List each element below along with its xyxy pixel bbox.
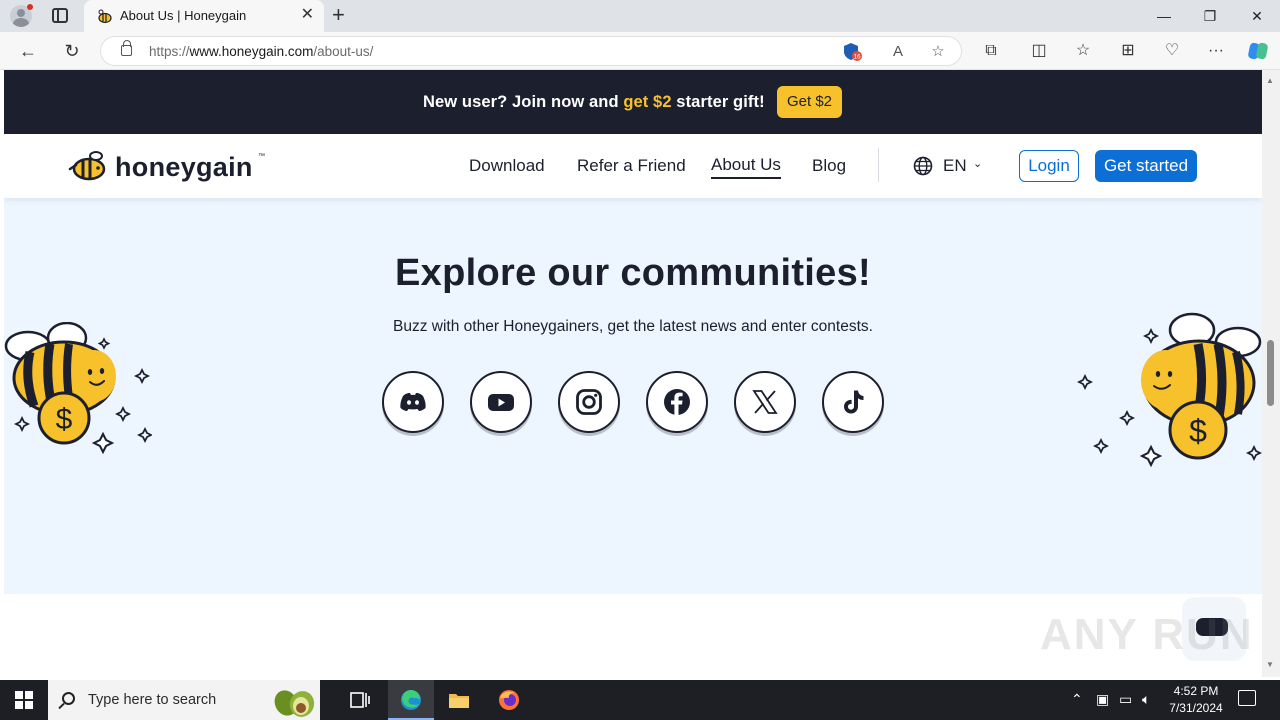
page-viewport: New user? Join now and get $2 starter gi… xyxy=(4,70,1262,677)
x-icon xyxy=(752,390,778,414)
promo-banner: New user? Join now and get $2 starter gi… xyxy=(4,70,1262,134)
chevron-down-icon[interactable]: ⌄ xyxy=(973,157,982,170)
windows-start-icon[interactable] xyxy=(15,691,33,709)
instagram-icon xyxy=(576,389,602,415)
clock-time[interactable]: 4:52 PM xyxy=(1166,684,1226,698)
svg-text:16: 16 xyxy=(853,54,861,61)
collections-icon[interactable]: ⊞ xyxy=(1118,41,1138,61)
tab-close-icon[interactable]: ✕ xyxy=(301,7,314,23)
instagram-link[interactable] xyxy=(558,371,620,433)
network-icon[interactable]: ▭ xyxy=(1119,691,1132,708)
file-explorer-icon[interactable] xyxy=(447,688,471,712)
avocado-search-highlight-icon xyxy=(274,690,315,717)
facebook-link[interactable] xyxy=(646,371,708,433)
copilot-icon[interactable] xyxy=(1247,40,1269,62)
favorite-star-icon[interactable]: ☆ xyxy=(928,42,948,62)
tiktok-icon xyxy=(844,390,864,414)
more-menu-icon[interactable]: ··· xyxy=(1206,41,1226,61)
tab-title: About Us | Honeygain xyxy=(120,8,247,23)
search-placeholder: Type here to search xyxy=(88,692,217,708)
browser-toolbar: ← ↻ https://www.honeygain.com/about-us/ … xyxy=(0,32,1280,70)
edge-browser-icon xyxy=(401,690,421,710)
get-started-button[interactable]: Get started xyxy=(1095,150,1197,182)
communities-section: Explore our communities! Buzz with other… xyxy=(4,198,1262,594)
x-link[interactable] xyxy=(734,371,796,433)
close-window-button[interactable]: ✕ xyxy=(1247,6,1267,26)
favorites-icon[interactable]: ☆ xyxy=(1073,41,1093,61)
nav-about-us[interactable]: About Us xyxy=(711,155,781,179)
logo-wordmark[interactable]: honeygain xyxy=(115,152,253,183)
discord-link[interactable] xyxy=(382,371,444,433)
site-header: honeygain ™ Download Refer a Friend Abou… xyxy=(4,134,1262,198)
taskbar-search-box[interactable]: Type here to search xyxy=(48,680,320,720)
browser-essentials-icon[interactable]: ♡ xyxy=(1162,41,1182,61)
restore-button[interactable]: ❐ xyxy=(1200,6,1220,26)
scroll-down-arrow-icon[interactable]: ▼ xyxy=(1266,660,1274,669)
minimize-button[interactable]: — xyxy=(1154,6,1174,26)
youtube-icon xyxy=(488,394,514,411)
nav-blog[interactable]: Blog xyxy=(812,156,846,176)
discord-icon xyxy=(400,393,426,411)
search-icon xyxy=(62,692,75,705)
scroll-thumb[interactable] xyxy=(1267,340,1274,406)
clock-date[interactable]: 7/31/2024 xyxy=(1164,701,1228,715)
facebook-icon xyxy=(664,389,690,417)
active-tab[interactable]: About Us | Honeygain ✕ xyxy=(84,0,324,32)
address-bar[interactable]: https://www.honeygain.com/about-us/ 16 A… xyxy=(100,36,962,66)
language-selector[interactable]: EN xyxy=(943,156,967,176)
anyrun-watermark: ANY RUN xyxy=(1040,610,1254,659)
windows-taskbar: Type here to search ⌃ ▣ ▭ 🔈︎ 4:52 PM 7/3… xyxy=(0,680,1280,720)
promo-text: New user? Join now and get $2 starter gi… xyxy=(423,93,765,111)
nav-download[interactable]: Download xyxy=(469,156,545,176)
tray-chevron-up-icon[interactable]: ⌃ xyxy=(1071,691,1083,708)
scroll-up-arrow-icon[interactable]: ▲ xyxy=(1266,76,1274,85)
task-view-icon[interactable] xyxy=(348,688,372,712)
bee-coin-illustration-left: $ xyxy=(4,322,152,455)
bee-coin-illustration-right: $ xyxy=(1076,312,1262,468)
tab-actions-icon[interactable] xyxy=(52,8,68,23)
url-text: https://www.honeygain.com/about-us/ xyxy=(149,44,374,59)
svg-text:$: $ xyxy=(1189,413,1207,449)
nav-refer-a-friend[interactable]: Refer a Friend xyxy=(577,156,686,176)
tray-device-icon[interactable]: ▣ xyxy=(1096,691,1109,708)
notification-center-icon[interactable] xyxy=(1238,690,1256,706)
extensions-icon[interactable]: ⧉ xyxy=(981,41,1001,61)
page-scrollbar[interactable]: ▲ ▼ xyxy=(1262,70,1280,677)
shield-extension-icon[interactable]: 16 xyxy=(841,41,863,63)
back-arrow-icon[interactable]: ← xyxy=(17,40,39,62)
logo-trademark: ™ xyxy=(258,153,265,160)
tiktok-link[interactable] xyxy=(822,371,884,433)
read-aloud-icon[interactable]: A xyxy=(888,42,908,62)
taskbar-edge-active[interactable] xyxy=(388,680,434,720)
nav-divider xyxy=(878,148,879,182)
split-screen-icon[interactable]: ◫ xyxy=(1029,41,1049,61)
honeygain-favicon-icon xyxy=(98,9,112,24)
browser-tabbar: About Us | Honeygain ✕ + — ❐ ✕ xyxy=(0,0,1280,32)
volume-icon[interactable]: 🔈︎ xyxy=(1142,691,1150,708)
honeygain-bee-logo-icon[interactable] xyxy=(68,149,108,181)
firefox-icon[interactable] xyxy=(497,688,521,712)
svg-text:$: $ xyxy=(56,403,73,436)
new-tab-button[interactable]: + xyxy=(332,4,345,26)
refresh-icon[interactable]: ↻ xyxy=(61,40,83,62)
login-button[interactable]: Login xyxy=(1019,150,1079,182)
profile-notification-dot xyxy=(27,4,33,10)
globe-icon[interactable] xyxy=(913,156,933,176)
lock-icon[interactable] xyxy=(121,40,132,56)
youtube-link[interactable] xyxy=(470,371,532,433)
communities-title: Explore our communities! xyxy=(395,252,871,294)
get-2-button[interactable]: Get $2 xyxy=(777,86,842,118)
